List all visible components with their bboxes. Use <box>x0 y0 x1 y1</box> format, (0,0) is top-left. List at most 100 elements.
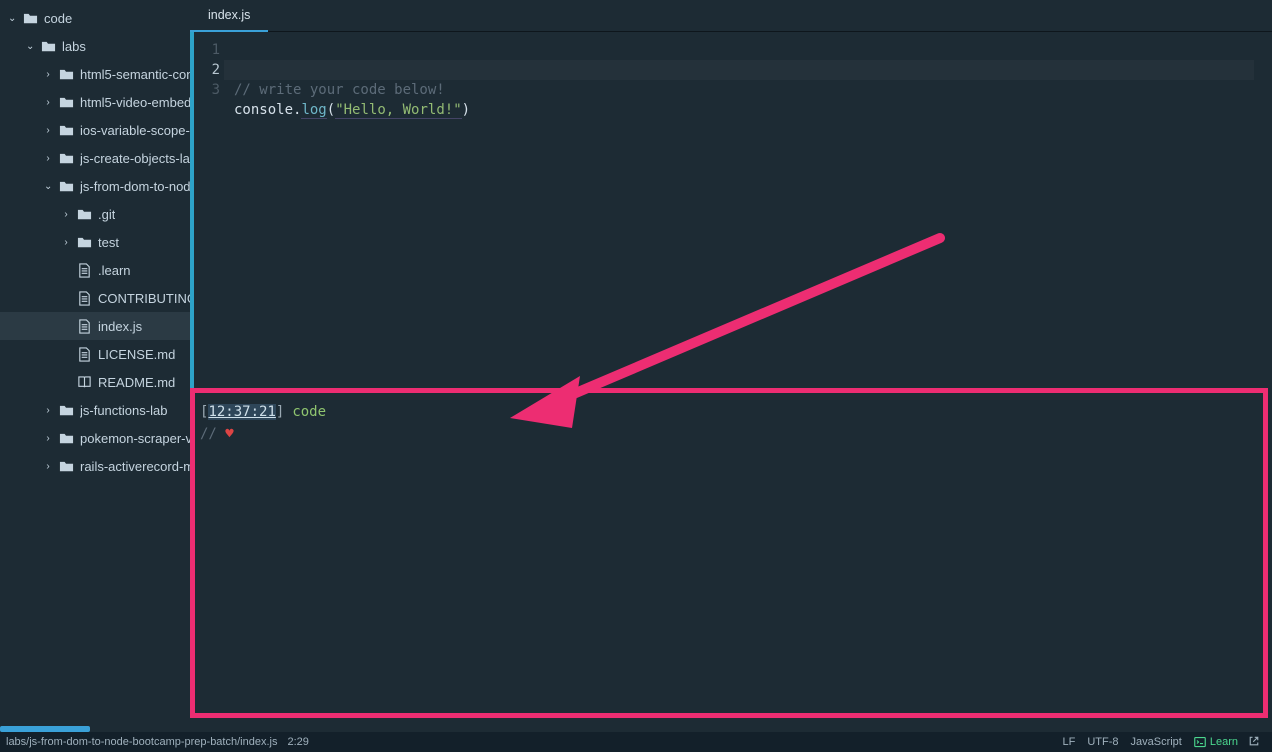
status-eol[interactable]: LF <box>1062 736 1075 748</box>
folder-icon <box>58 178 74 194</box>
minimap[interactable] <box>1254 32 1272 388</box>
tree-folder[interactable]: › .git <box>0 200 190 228</box>
sidebar-scrollbar[interactable] <box>0 726 190 732</box>
file-icon <box>76 346 92 362</box>
tree-folder[interactable]: ⌄ js-from-dom-to-node <box>0 172 190 200</box>
tree-item-label: js-create-objects-lab <box>80 151 190 166</box>
terminal[interactable]: [12:37:21]code // ♥ <box>190 388 1272 732</box>
status-learn-label: Learn <box>1210 736 1238 748</box>
tree-file[interactable]: ›CONTRIBUTING.md <box>0 284 190 312</box>
heart-icon: ♥ <box>225 426 233 442</box>
tree-item-label: labs <box>62 39 86 54</box>
tree-file[interactable]: ›index.js <box>0 312 190 340</box>
folder-icon <box>40 38 56 54</box>
book-icon <box>76 374 92 390</box>
tree-item-label: js-functions-lab <box>80 403 167 418</box>
tree-item-label: test <box>98 235 119 250</box>
line-gutter: 1 2 3 <box>194 32 224 388</box>
status-language[interactable]: JavaScript <box>1131 736 1182 748</box>
tree-item-label: ios-variable-scope-ios <box>80 123 190 138</box>
status-encoding[interactable]: UTF-8 <box>1087 736 1118 748</box>
folder-icon <box>76 234 92 250</box>
tree-file[interactable]: ›README.md <box>0 368 190 396</box>
tree-folder[interactable]: ›rails-activerecord-models <box>0 452 190 480</box>
terminal-run-icon <box>1194 736 1206 748</box>
line-number: 2 <box>194 60 224 80</box>
terminal-prompt-line: [12:37:21]code <box>200 402 1262 422</box>
chevron-right-icon[interactable]: › <box>44 405 52 416</box>
chevron-right-icon[interactable]: › <box>44 97 52 108</box>
chevron-right-icon[interactable]: › <box>44 125 52 136</box>
tree-folder[interactable]: ⌄ code <box>0 4 190 32</box>
chevron-right-icon[interactable]: › <box>62 237 70 248</box>
folder-icon <box>58 402 74 418</box>
line-number: 3 <box>194 80 224 100</box>
tree-item-label: .git <box>98 207 115 222</box>
tree-item-label: html5-video-embed-lab <box>80 95 190 110</box>
external-link-icon <box>1248 735 1260 747</box>
editor-column: index.js 1 2 3 // write your code below!… <box>190 0 1272 732</box>
folder-icon <box>22 10 38 26</box>
file-icon <box>76 318 92 334</box>
file-icon <box>76 262 92 278</box>
tree-folder[interactable]: › ios-variable-scope-ios <box>0 116 190 144</box>
tree-item-label: code <box>44 11 72 26</box>
status-learn-button[interactable]: Learn <box>1194 736 1238 748</box>
status-file-path[interactable]: labs/js-from-dom-to-node-bootcamp-prep-b… <box>6 736 277 748</box>
terminal-prefix: // <box>200 426 225 442</box>
tab-index-js[interactable]: index.js <box>190 0 268 31</box>
status-bar: labs/js-from-dom-to-node-bootcamp-prep-b… <box>0 732 1272 752</box>
main-split: ⌄ code ⌄ labs › html5-semantic-containers › htm… <box>0 0 1272 732</box>
chevron-right-icon[interactable]: › <box>62 209 70 220</box>
tree-item-label: .learn <box>98 263 131 278</box>
folder-icon <box>58 458 74 474</box>
status-external-link-button[interactable] <box>1248 735 1260 750</box>
sidebar-scrollbar-thumb[interactable] <box>0 726 90 732</box>
tree-folder[interactable]: › js-functions-lab <box>0 396 190 424</box>
tree-folder[interactable]: › pokemon-scraper-v-000 <box>0 424 190 452</box>
line-number: 1 <box>194 40 224 60</box>
chevron-down-icon[interactable]: ⌄ <box>8 13 16 24</box>
status-cursor-position[interactable]: 2:29 <box>287 736 308 748</box>
chevron-down-icon[interactable]: ⌄ <box>44 181 52 192</box>
tree-folder[interactable]: ⌄ labs <box>0 32 190 60</box>
tree-file[interactable]: ›LICENSE.md <box>0 340 190 368</box>
chevron-down-icon[interactable]: ⌄ <box>26 41 34 52</box>
tree-item-label: CONTRIBUTING.md <box>98 291 190 306</box>
tree-folder[interactable]: › js-create-objects-lab <box>0 144 190 172</box>
terminal-bracket: ] <box>276 404 284 420</box>
tab-bar: index.js <box>190 0 1272 32</box>
code-paren-close: ) <box>462 102 470 118</box>
code-string: "Hello, World!" <box>335 102 461 119</box>
tree-item-label: index.js <box>98 319 142 334</box>
file-icon <box>76 290 92 306</box>
tree-folder[interactable]: › html5-semantic-containers <box>0 60 190 88</box>
tree-item-label: html5-semantic-containers <box>80 67 190 82</box>
tree-item-label: pokemon-scraper-v-000 <box>80 431 190 446</box>
code-func: log <box>301 102 326 119</box>
code-comment: // write your code below! <box>234 82 445 98</box>
folder-icon <box>58 122 74 138</box>
folder-icon <box>58 150 74 166</box>
code-ident: console <box>234 102 293 118</box>
chevron-right-icon[interactable]: › <box>44 153 52 164</box>
tree-folder[interactable]: › test <box>0 228 190 256</box>
chevron-right-icon[interactable]: › <box>44 69 52 80</box>
file-tree[interactable]: ⌄ code ⌄ labs › html5-semantic-containers › htm… <box>0 0 190 732</box>
app-root: ⌄ code ⌄ labs › html5-semantic-containers › htm… <box>0 0 1272 752</box>
chevron-right-icon[interactable]: › <box>44 433 52 444</box>
tree-item-label: LICENSE.md <box>98 347 175 362</box>
tree-folder[interactable]: › html5-video-embed-lab <box>0 88 190 116</box>
folder-icon <box>58 66 74 82</box>
terminal-time: 12:37:21 <box>208 404 275 420</box>
code-editor[interactable]: 1 2 3 // write your code below! console.… <box>190 32 1272 388</box>
tree-item-label: js-from-dom-to-node <box>80 179 190 194</box>
chevron-right-icon[interactable]: › <box>44 461 52 472</box>
terminal-prompt-line2: // ♥ <box>200 424 1262 444</box>
tree-file[interactable]: ›.learn <box>0 256 190 284</box>
code-area[interactable]: // write your code below! console.log("H… <box>224 32 1272 388</box>
folder-icon <box>58 430 74 446</box>
tab-label: index.js <box>208 8 250 22</box>
file-tree-sidebar: ⌄ code ⌄ labs › html5-semantic-containers › htm… <box>0 0 190 732</box>
terminal-panel: [12:37:21]code // ♥ <box>190 388 1272 732</box>
